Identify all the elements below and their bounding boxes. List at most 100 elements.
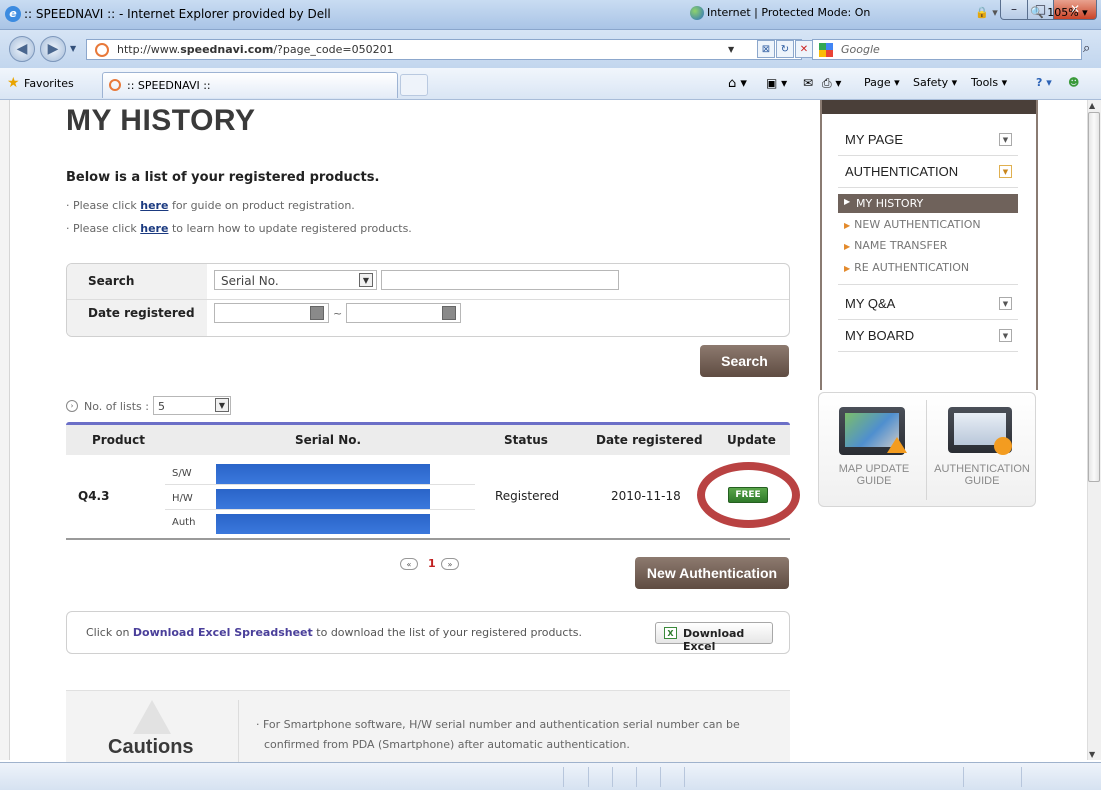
sidebar-item-authentication[interactable]: AUTHENTICATION	[845, 164, 958, 179]
sidebar-item-my-board[interactable]: MY BOARD	[845, 328, 914, 343]
serial-sw-redacted	[216, 464, 430, 484]
forward-button[interactable]: ▶	[40, 36, 66, 62]
page-title: MY HISTORY	[66, 104, 256, 137]
scrollbar-thumb[interactable]	[1088, 112, 1100, 482]
authentication-guide-label[interactable]: AUTHENTICATION GUIDE	[930, 463, 1034, 487]
date-value: 2010-11-18	[611, 489, 681, 503]
calendar-icon[interactable]	[310, 306, 324, 320]
tab-favicon-icon	[109, 79, 121, 91]
help-icon[interactable]: ? ▾	[1036, 76, 1052, 89]
intro-heading: Below is a list of your registered produ…	[66, 170, 380, 185]
browser-tab[interactable]: :: SPEEDNAVI ::	[102, 72, 398, 98]
bullet-arrow-icon: ▶	[844, 264, 851, 273]
history-dropdown-icon[interactable]: ▼	[70, 44, 76, 53]
header-serial: Serial No.	[295, 433, 362, 447]
safety-menu[interactable]: Safety ▾	[913, 76, 957, 89]
header-status: Status	[504, 433, 548, 447]
chevron-down-icon[interactable]: ▼	[999, 165, 1012, 178]
new-authentication-button[interactable]: New Authentication	[635, 557, 789, 589]
search-row-divider	[67, 299, 789, 300]
search-icon[interactable]: ⌕	[1083, 41, 1090, 56]
list-count-label: No. of lists :	[84, 400, 149, 413]
serial-hw-redacted	[216, 489, 430, 509]
free-update-button[interactable]: FREE	[728, 487, 768, 503]
sidebar-item-my-qa[interactable]: MY Q&A	[845, 296, 895, 311]
status-value: Registered	[495, 489, 560, 503]
caution-text-cont: confirmed from PDA (Smartphone) after au…	[264, 738, 630, 751]
serial-label-hw: H/W	[172, 493, 193, 504]
pagination-next-button[interactable]: »	[441, 558, 459, 570]
sidebar-subitem-re-authentication[interactable]: ▶ RE AUTHENTICATION	[844, 261, 969, 274]
serial-label-sw: S/W	[172, 468, 192, 479]
search-keyword-input[interactable]	[381, 270, 619, 290]
status-bar	[0, 762, 1101, 790]
search-button[interactable]: Search	[700, 345, 789, 377]
feeds-icon[interactable]: ▣ ▾	[766, 76, 787, 90]
registration-guide-link[interactable]: here	[140, 199, 168, 212]
sidebar-subitem-name-transfer[interactable]: ▶ NAME TRANSFER	[844, 239, 947, 252]
calendar-icon[interactable]	[442, 306, 456, 320]
refresh-icon[interactable]: ↻	[776, 40, 794, 58]
sidebar-subitem-new-authentication[interactable]: ▶ NEW AUTHENTICATION	[844, 218, 981, 231]
compatibility-icon[interactable]: ⊠	[757, 40, 775, 58]
page-menu[interactable]: Page ▾	[864, 76, 900, 89]
map-update-guide-icon[interactable]	[839, 407, 907, 455]
new-tab-button[interactable]	[400, 74, 428, 96]
address-bar[interactable]: http://www.speednavi.com/?page_code=0502…	[86, 39, 802, 60]
security-zone-text[interactable]: Internet | Protected Mode: On	[707, 6, 870, 19]
zoom-level[interactable]: 🔍 105% ▾	[1030, 6, 1088, 19]
download-excel-button[interactable]: X Download Excel	[655, 622, 773, 653]
serial-label-auth: Auth	[172, 517, 196, 528]
sidebar-divider	[838, 319, 1018, 320]
scroll-down-arrow-icon[interactable]: ▼	[1089, 750, 1095, 759]
left-frame-edge	[0, 100, 10, 760]
tools-menu[interactable]: Tools ▾	[971, 76, 1007, 89]
sidebar-divider	[838, 351, 1018, 352]
update-guide-link[interactable]: here	[140, 222, 168, 235]
pagination-current[interactable]: 1	[428, 557, 436, 570]
download-excel-link[interactable]: Download Excel Spreadsheet	[133, 626, 313, 639]
chevron-down-icon[interactable]: ▼	[999, 133, 1012, 146]
chevron-down-icon[interactable]: ▼	[999, 297, 1012, 310]
bullet-arrow-icon: ▶	[844, 221, 851, 230]
excel-icon: X	[664, 627, 677, 639]
pagination-prev-button[interactable]: «	[400, 558, 418, 570]
favorites-star-icon[interactable]: ★	[7, 75, 20, 91]
sidebar-item-my-page[interactable]: MY PAGE	[845, 132, 903, 147]
home-icon[interactable]: ⌂ ▾	[728, 76, 747, 91]
window-title-bar: e :: SPEEDNAVI :: - Internet Explorer pr…	[0, 0, 1101, 30]
sidebar-header-bar	[820, 100, 1038, 114]
protected-mode-icon[interactable]: 🔒 ▾	[975, 6, 998, 19]
back-button[interactable]: ◀	[9, 36, 35, 62]
site-favicon-icon	[95, 43, 109, 57]
date-from-input[interactable]	[214, 303, 329, 323]
favorites-button[interactable]: Favorites	[24, 77, 74, 90]
bullet-arrow-icon: ▶	[844, 197, 851, 206]
date-to-input[interactable]	[346, 303, 461, 323]
map-update-guide-label[interactable]: MAP UPDATE GUIDE	[826, 463, 922, 487]
mail-icon[interactable]: ✉	[803, 76, 813, 90]
address-dropdown-icon[interactable]: ▼	[728, 45, 734, 54]
bullet-arrow-icon: ▶	[844, 242, 851, 251]
sidebar-subitem-my-history[interactable]: ▶ MY HISTORY	[838, 194, 1018, 213]
warning-triangle-icon	[133, 700, 171, 734]
list-count-select[interactable]: 5 ▼	[153, 396, 231, 415]
guide-divider	[926, 400, 927, 500]
search-placeholder: Google	[841, 43, 880, 56]
sidebar-divider	[838, 187, 1018, 188]
serial-divider	[165, 509, 475, 510]
stop-icon[interactable]: ✕	[795, 40, 813, 58]
sidebar-left-border	[820, 100, 822, 390]
minimize-button[interactable]: –	[1000, 0, 1028, 20]
chevron-down-icon[interactable]: ▼	[999, 329, 1012, 342]
download-note: Click on Download Excel Spreadsheet to d…	[86, 626, 582, 639]
search-box[interactable]: Google	[812, 39, 1082, 60]
favorites-bar: ★ Favorites :: SPEEDNAVI :: ⌂ ▾ ▣ ▾ ✉ ⎙ …	[0, 68, 1101, 100]
scroll-up-arrow-icon[interactable]: ▲	[1089, 101, 1095, 110]
sidebar-divider	[838, 284, 1018, 285]
authentication-guide-icon[interactable]	[948, 407, 1012, 455]
messenger-icon[interactable]: ☻	[1068, 76, 1079, 89]
search-type-select[interactable]: Serial No. ▼	[214, 270, 377, 290]
print-icon[interactable]: ⎙ ▾	[822, 76, 841, 91]
sidebar-divider	[838, 155, 1018, 156]
